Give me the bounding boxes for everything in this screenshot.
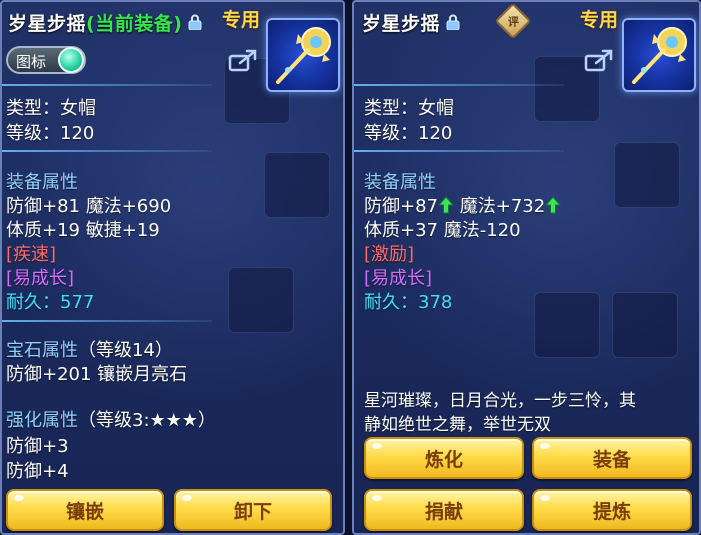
up-arrow-icon [545, 196, 562, 214]
inlay-button[interactable]: 镶嵌 [6, 489, 164, 531]
equip-attr-header: 装备属性 [364, 172, 436, 193]
refine-button[interactable]: 炼化 [364, 437, 524, 479]
eval-badge[interactable]: 评 [494, 2, 532, 40]
unequip-button[interactable]: 卸下 [174, 489, 332, 531]
equip-attr-line: 体质+19 敏捷+19 [6, 220, 160, 241]
equip-attr-line: 体质+37 魔法-120 [364, 220, 521, 241]
equip-attr-line: 防御+87 魔法+732 [364, 192, 562, 218]
background-slot [614, 142, 680, 208]
gem-attr-row: 宝石属性（等级14） [6, 336, 173, 362]
background-slot [264, 152, 330, 218]
special-effect: [激励] [364, 244, 415, 265]
item-level: 等级：120 [364, 123, 453, 144]
gem-attr-line: 防御+201 镶嵌月亮石 [6, 364, 188, 385]
special-use-tag: 专用 [222, 9, 261, 31]
eval-badge-label: 评 [507, 15, 519, 28]
share-icon[interactable] [228, 48, 258, 72]
durability-label: 耐久： [6, 292, 60, 313]
equip-button[interactable]: 装备 [532, 437, 692, 479]
panel-divider [345, 0, 352, 535]
item-name: 岁星步摇 [8, 12, 87, 35]
equip-attr-line: 防御+81 魔法+690 [6, 196, 172, 217]
background-slot [534, 292, 600, 358]
extract-button[interactable]: 提炼 [532, 489, 692, 531]
hairpin-item-icon[interactable] [266, 18, 340, 92]
enhance-attr-line: 防御+3 [6, 436, 69, 457]
share-icon[interactable] [584, 48, 614, 72]
gem-attr-header: 宝石属性 [6, 340, 78, 361]
durability-value: 577 [60, 292, 95, 313]
equip-attr-header: 装备属性 [6, 172, 78, 193]
enhance-attr-header: 强化属性 [6, 410, 78, 431]
special-use-tag: 专用 [580, 9, 619, 31]
compare-item-panel: 岁星步摇 评 专用 类型：女帽 等级：120 装备属性 防御+87 魔法+732… [352, 0, 701, 535]
item-description-line: 星河璀璨，日月合光，一步三怜，其 [364, 391, 636, 411]
attr-defense: 防御+87 [364, 196, 438, 217]
gem-level: （等级14） [78, 340, 173, 361]
attr-magic: 魔法+732 [459, 196, 546, 217]
durability: 耐久：577 [6, 288, 94, 314]
item-type: 类型：女帽 [6, 98, 96, 119]
item-type: 类型：女帽 [364, 98, 454, 119]
item-description-line: 静如绝世之舞，举世无双 [364, 415, 551, 435]
growth-tag: [易成长] [364, 268, 433, 289]
icon-toggle-label: 图标 [16, 53, 47, 71]
lock-icon [446, 14, 460, 31]
separator [354, 84, 564, 86]
separator [2, 320, 212, 322]
separator [2, 150, 212, 152]
background-slot [228, 267, 294, 333]
enhance-attr-row: 强化属性（等级3:★★★） [6, 406, 216, 432]
enhance-level: （等级3:★★★） [78, 410, 216, 431]
durability-value: 378 [418, 292, 453, 313]
special-effect: [疾速] [6, 244, 57, 265]
donate-button[interactable]: 捐献 [364, 489, 524, 531]
durability: 耐久：378 [364, 288, 452, 314]
item-title-row: 岁星步摇 (当前装备) [8, 6, 202, 38]
item-name: 岁星步摇 [362, 12, 441, 35]
growth-tag: [易成长] [6, 268, 75, 289]
separator [354, 150, 564, 152]
durability-label: 耐久： [364, 292, 418, 313]
equipped-item-panel: 岁星步摇 (当前装备) 专用 图标 类型：女帽 等级：120 装备属性 防御+8… [0, 0, 345, 535]
up-arrow-icon [437, 196, 455, 214]
equipped-tag: (当前装备) [86, 12, 183, 35]
item-level: 等级：120 [6, 123, 95, 144]
item-title-row: 岁星步摇 [362, 6, 460, 38]
icon-toggle[interactable]: 图标 [6, 46, 86, 74]
hairpin-item-icon[interactable] [622, 18, 696, 92]
lock-icon [188, 14, 202, 31]
separator [2, 84, 212, 86]
toggle-knob [58, 47, 84, 73]
enhance-attr-line: 防御+4 [6, 461, 69, 482]
background-slot [612, 292, 678, 358]
